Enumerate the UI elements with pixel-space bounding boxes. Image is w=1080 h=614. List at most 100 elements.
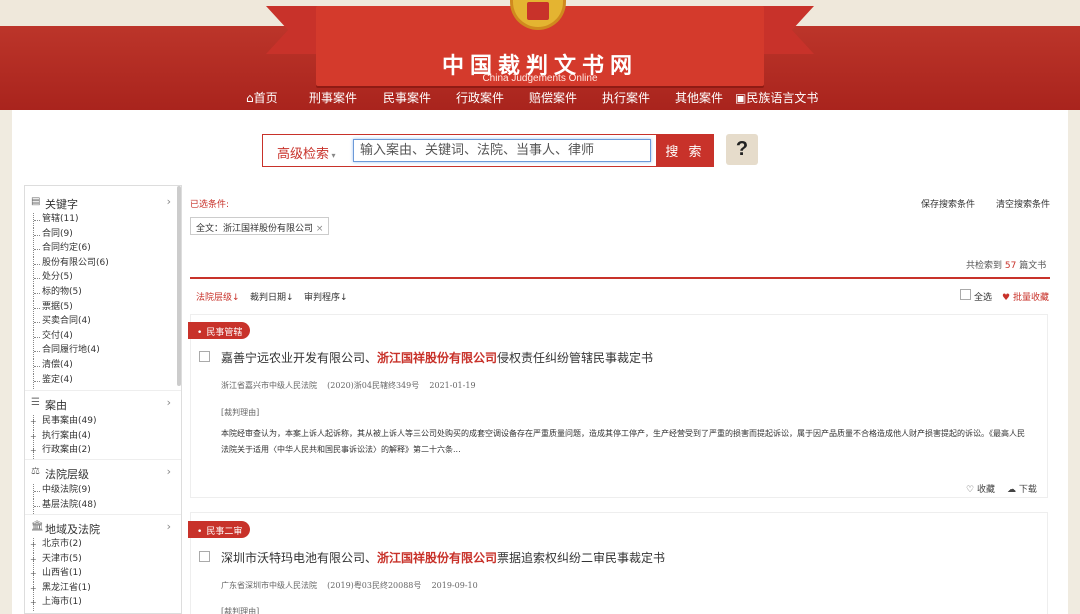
search-bar: 高级检索 ▾ — [262, 134, 714, 167]
nav-criminal[interactable]: 刑事案件 — [309, 89, 357, 106]
facet-item[interactable]: 合同履行地(4) — [33, 344, 100, 360]
facet-item[interactable]: 北京市(2) — [30, 538, 82, 553]
facet-item[interactable]: 标的物(5) — [33, 286, 82, 301]
title-highlight: 浙江国祥股份有限公司 — [377, 351, 498, 365]
favorite-label: 收藏 — [976, 485, 995, 495]
favorite-button[interactable]: ♡ 收藏 — [966, 482, 995, 495]
filter-chip-label: 全文：浙江国祥股份有限公司 — [196, 224, 314, 234]
reason-label: [裁判理由] — [221, 607, 260, 614]
bulk-favorite-label: 批量收藏 — [1012, 293, 1049, 303]
result-card — [190, 314, 1048, 498]
facet-item[interactable]: 票据(5) — [33, 300, 73, 316]
sidebar-scrollbar[interactable] — [177, 186, 181, 386]
heart-icon: ♥ — [1002, 293, 1011, 303]
nav-ethnic-label: 民族语言文书 — [746, 91, 819, 105]
facet-item[interactable]: 黑龙江省(1) — [30, 581, 91, 597]
result-count-prefix: 共检索到 — [966, 261, 1003, 271]
result-count-value: 57 — [1004, 261, 1017, 271]
result-title-link[interactable]: 深圳市沃特玛电池有限公司、浙江国祥股份有限公司票据追索权纠纷二审民事裁定书 — [221, 549, 665, 566]
facet-item[interactable]: 执行案由(4) — [30, 429, 91, 445]
facet-item[interactable]: 行政案由(2) — [30, 444, 91, 460]
result-checkbox[interactable] — [199, 551, 210, 562]
nav-home-label: 首页 — [253, 91, 278, 105]
nav-home[interactable]: ⌂首页 — [246, 89, 278, 106]
facet-item[interactable]: 上海市(1) — [30, 596, 82, 612]
facet-region-header[interactable]: 🏛 地域及法院 › — [25, 515, 181, 539]
chevron-right-icon: › — [166, 396, 171, 409]
save-search-button[interactable]: 保存搜索条件 — [921, 197, 975, 210]
case-number: (2019)粤03民终20088号 — [327, 581, 422, 590]
advanced-search-toggle[interactable]: 高级检索 ▾ — [277, 143, 336, 162]
title-part: 侵权责任纠纷管辖民事裁定书 — [497, 351, 654, 365]
filter-chip: 全文：浙江国祥股份有限公司 × — [190, 217, 330, 235]
facet-item[interactable]: 山西省(1) — [30, 567, 82, 583]
case-type-tag: 民事二审 — [188, 521, 251, 538]
nav-other[interactable]: 其他案件 — [675, 89, 723, 106]
case-type-tag: 民事管辖 — [188, 322, 251, 339]
facet-item[interactable]: 天津市(5) — [30, 552, 82, 568]
select-all-checkbox[interactable] — [960, 289, 971, 300]
download-button[interactable]: ☁ 下载 — [1007, 482, 1037, 495]
result-meta: 浙江省嘉兴市中级人民法院 (2020)浙04民辖终349号 2021-01-19 — [221, 380, 476, 391]
nav-administrative[interactable]: 行政案件 — [456, 89, 504, 106]
search-button[interactable]: 搜 索 — [656, 134, 714, 167]
facet-item[interactable]: 管辖(11) — [33, 213, 78, 228]
facet-keywords-title: 关键字 — [45, 198, 78, 211]
facet-item[interactable]: 处分(5) — [33, 271, 73, 287]
title-part: 票据追索权纠纷二审民事裁定书 — [497, 551, 666, 565]
download-label: 下载 — [1018, 485, 1037, 495]
sort-judgement-date[interactable]: 裁判日期↓ — [250, 290, 294, 303]
judgement-date: 2021-01-19 — [429, 381, 476, 390]
facet-court-level-header[interactable]: ⚖ 法院层级 › — [25, 460, 181, 484]
heart-outline-icon: ♡ — [966, 485, 975, 495]
case-number: (2020)浙04民辖终349号 — [327, 381, 420, 390]
scales-icon: ⚖ — [31, 466, 40, 477]
filter-sidebar: ▤ 关键字 › 管辖(11) 合同(9) 合同约定(6) 股份有限公司(6) 处分(5) 标的… — [24, 185, 182, 614]
nav-execution[interactable]: 执行案件 — [602, 89, 650, 106]
search-input[interactable] — [353, 139, 651, 162]
title-highlight: 浙江国祥股份有限公司 — [377, 551, 498, 565]
close-icon[interactable]: × — [316, 224, 324, 234]
document-icon: ▤ — [31, 196, 41, 207]
courthouse-icon: 🏛 — [31, 521, 44, 532]
bulk-favorite-button[interactable]: ♥ 批量收藏 — [1002, 290, 1049, 303]
facet-item[interactable]: 基层法院(48) — [33, 498, 96, 514]
nav-compensation[interactable]: 赔偿案件 — [529, 89, 577, 106]
facet-item[interactable]: 买卖合同(4) — [33, 315, 91, 331]
result-meta: 广东省深圳市中级人民法院 (2019)粤03民终20088号 2019-09-1… — [221, 580, 478, 591]
facet-keywords-header[interactable]: ▤ 关键字 › — [25, 190, 181, 214]
facet-item[interactable]: 鉴定(4) — [33, 373, 73, 389]
facet-item[interactable]: 清偿(4) — [33, 359, 73, 374]
clear-search-button[interactable]: 清空搜索条件 — [996, 197, 1050, 210]
facet-item[interactable]: 股份有限公司(6) — [33, 256, 109, 272]
facet-item[interactable]: 合同(9) — [33, 227, 73, 243]
result-title-link[interactable]: 嘉善宁远农业开发有限公司、浙江国祥股份有限公司侵权责任纠纷管辖民事裁定书 — [221, 349, 653, 366]
reason-text: 本院经审查认为，本案上诉人起诉称，其从被上诉人等三公司处购买的成套空调设备存在严… — [221, 429, 1025, 454]
sort-trial-procedure[interactable]: 审判程序↓ — [304, 290, 348, 303]
nav-civil[interactable]: 民事案件 — [383, 89, 431, 106]
facet-item[interactable]: 合同约定(6) — [33, 242, 91, 258]
facet-item[interactable]: 交付(4) — [33, 329, 73, 345]
advanced-search-label: 高级检索 — [277, 147, 330, 162]
title-part: 嘉善宁远农业开发有限公司、 — [221, 351, 378, 365]
list-icon: ☰ — [31, 397, 40, 408]
select-all-label: 全选 — [974, 293, 993, 303]
sort-court-level[interactable]: 法院层级↓ — [196, 290, 240, 303]
facet-cause-title: 案由 — [45, 399, 67, 412]
facet-item[interactable]: 民事案由(49) — [30, 415, 96, 430]
facet-court-level-title: 法院层级 — [45, 468, 89, 481]
chevron-right-icon: › — [166, 195, 171, 208]
selected-conditions-label: 已选条件: — [190, 200, 230, 210]
cloud-download-icon: ☁ — [1007, 485, 1016, 495]
site-subtitle: China Judgements Online — [482, 73, 598, 84]
result-count: 共检索到 57 篇文书 — [966, 258, 1046, 271]
help-button[interactable]: ? — [726, 134, 758, 165]
facet-region-title: 地域及法院 — [45, 523, 100, 536]
nav-ethnic-language[interactable]: ▣民族语言文书 — [735, 89, 818, 106]
facet-cause-header[interactable]: ☰ 案由 › — [25, 391, 181, 415]
judgement-date: 2019-09-10 — [431, 581, 478, 590]
reason-label: [裁判理由] — [221, 408, 260, 417]
results-divider — [190, 277, 1050, 279]
result-checkbox[interactable] — [199, 351, 210, 362]
facet-item[interactable]: 中级法院(9) — [33, 484, 91, 499]
